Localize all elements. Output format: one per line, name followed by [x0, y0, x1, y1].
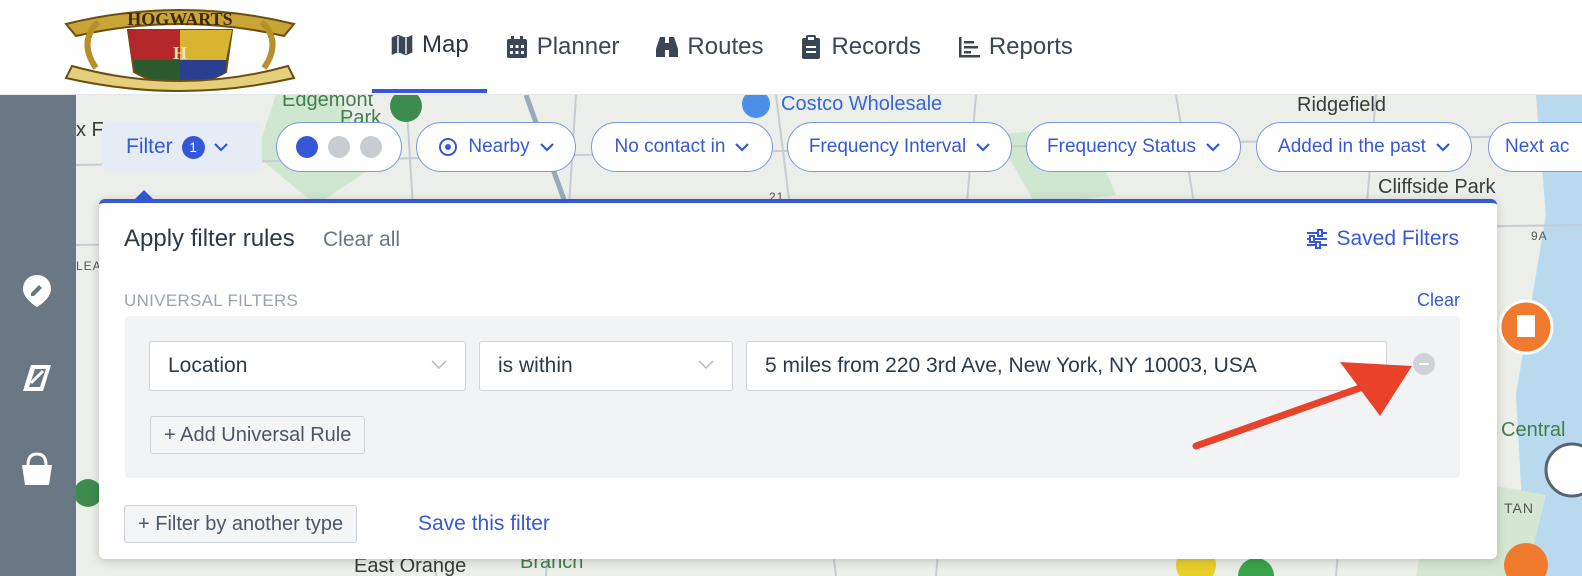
map-label-ridgefield: Ridgefield	[1297, 95, 1386, 116]
chip-frequency-interval-label: Frequency Interval	[808, 136, 967, 157]
chip-next-activity[interactable]: Next ac	[1488, 122, 1582, 172]
rule-operator-select[interactable]: is within	[479, 341, 733, 391]
top-navigation-bar: H HOGWARTS Map Planner Routes Records Re…	[0, 0, 1582, 95]
map-label-costco: Costco Wholesale	[781, 95, 943, 115]
chip-next-label: Next ac	[1505, 136, 1570, 157]
chevron-down-icon	[1206, 143, 1220, 152]
filter-label: Filter	[126, 135, 173, 158]
left-sidebar	[0, 95, 76, 576]
chip-frequency-status[interactable]: Frequency Status	[1026, 122, 1241, 172]
save-this-filter-link[interactable]: Save this filter	[418, 512, 550, 536]
record-type-toggle[interactable]	[276, 122, 402, 172]
panel-title: Apply filter rules	[124, 225, 295, 252]
map-label-x-f: x F	[76, 119, 104, 141]
deal-type-icon[interactable]	[360, 136, 382, 158]
sliders-icon	[1307, 229, 1328, 249]
main-nav: Map Planner Routes Records Reports	[372, 0, 1091, 95]
chip-nearby[interactable]: Nearby	[416, 122, 576, 172]
rule-field-value: Location	[168, 354, 248, 377]
chip-frequency-interval[interactable]: Frequency Interval	[787, 122, 1012, 172]
clear-all-link[interactable]: Clear all	[323, 228, 400, 252]
nav-reports-label: Reports	[988, 32, 1073, 60]
chevron-down-icon	[539, 143, 554, 152]
calendar-icon	[506, 35, 527, 58]
flag-icon[interactable]	[19, 361, 55, 397]
map-icon	[390, 32, 414, 57]
rule-field-select[interactable]: Location	[149, 341, 466, 391]
nav-reports[interactable]: Reports	[939, 0, 1091, 93]
filter-by-another-type-button[interactable]: + Filter by another type	[124, 505, 358, 543]
filter-button[interactable]: Filter 1	[102, 122, 262, 172]
chip-frequency-status-label: Frequency Status	[1047, 136, 1196, 157]
map-label-route-9a: 9A	[1531, 229, 1548, 243]
chevron-down-icon	[976, 143, 990, 152]
chip-added-label: Added in the past	[1278, 136, 1426, 157]
rule-value-text: 5 miles from 220 3rd Ave, New York, NY 1…	[765, 354, 1257, 377]
saved-filters-button[interactable]: Saved Filters	[1306, 227, 1459, 251]
nav-planner[interactable]: Planner	[487, 0, 638, 93]
map-label-cliffside-park: Cliffside Park	[1378, 176, 1496, 198]
binoculars-icon	[656, 36, 679, 57]
add-universal-rule-button[interactable]: + Add Universal Rule	[150, 416, 366, 454]
svg-text:H: H	[173, 43, 187, 63]
map-label-central: Central	[1501, 419, 1566, 441]
saved-filters-label: Saved Filters	[1336, 227, 1459, 250]
nav-records[interactable]: Records	[781, 0, 938, 93]
logo-text: HOGWARTS	[127, 9, 232, 29]
universal-filters-clear-link[interactable]: Clear	[1417, 290, 1460, 311]
nav-routes-label: Routes	[687, 32, 764, 60]
map-label-lea: LEA	[76, 259, 102, 273]
nav-map[interactable]: Map	[372, 0, 487, 93]
chip-no-contact-label: No contact in	[614, 136, 726, 157]
radar-icon	[439, 138, 458, 156]
nav-records-label: Records	[831, 32, 921, 60]
clipboard-icon	[802, 34, 821, 59]
filter-count-badge: 1	[181, 135, 205, 159]
chevron-down-icon	[431, 360, 447, 370]
nav-planner-label: Planner	[536, 32, 620, 60]
map-label-tan: TAN	[1504, 500, 1534, 516]
nav-map-label: Map	[422, 30, 469, 58]
universal-filters-heading: UNIVERSAL FILTERS	[124, 291, 299, 310]
annotation-arrow	[1192, 362, 1412, 450]
chip-no-contact-in[interactable]: No contact in	[591, 122, 773, 172]
chevron-down-icon	[213, 143, 228, 152]
hogwarts-logo[interactable]: H HOGWARTS	[58, 2, 302, 96]
minus-icon	[1419, 363, 1429, 365]
person-type-icon[interactable]	[328, 136, 350, 158]
chip-added-in-the-past[interactable]: Added in the past	[1256, 122, 1472, 172]
bucket-icon[interactable]	[19, 451, 55, 487]
chevron-down-icon	[1436, 143, 1450, 152]
bar-chart-icon	[958, 36, 980, 57]
chip-nearby-label: Nearby	[468, 136, 530, 157]
location-pin-edit-icon[interactable]	[19, 273, 55, 309]
nav-routes[interactable]: Routes	[637, 0, 781, 93]
chevron-down-icon	[735, 143, 750, 152]
company-type-icon[interactable]	[296, 136, 318, 158]
rule-operator-value: is within	[498, 354, 573, 377]
chevron-down-icon	[698, 360, 714, 370]
